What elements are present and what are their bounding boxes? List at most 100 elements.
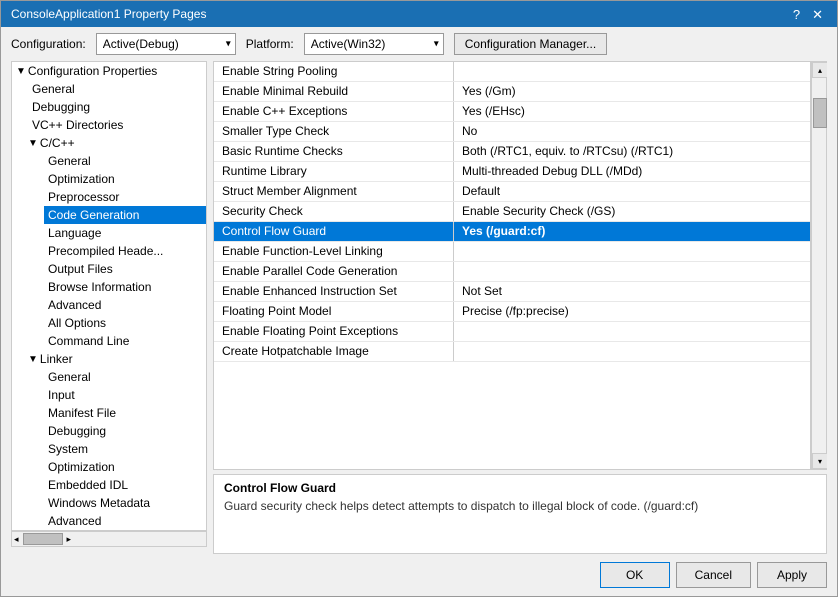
left-panel: ▼ Configuration Properties General Debug… bbox=[11, 61, 207, 531]
prop-value-cell bbox=[454, 262, 810, 281]
props-table: Enable String PoolingEnable Minimal Rebu… bbox=[213, 61, 811, 470]
sidebar-item-linker-windows-metadata[interactable]: Windows Metadata bbox=[44, 494, 206, 512]
prop-name-cell: Runtime Library bbox=[214, 162, 454, 181]
prop-value-cell bbox=[454, 322, 810, 341]
table-row[interactable]: Enable Floating Point Exceptions bbox=[214, 322, 810, 342]
linker-children: General Input Manifest File Debugging Sy… bbox=[28, 368, 206, 530]
cancel-button[interactable]: Cancel bbox=[676, 562, 751, 588]
sidebar-item-cpp-root[interactable]: ▼ C/C++ bbox=[28, 134, 206, 152]
help-button[interactable]: ? bbox=[789, 8, 804, 21]
prop-value-cell: Multi-threaded Debug DLL (/MDd) bbox=[454, 162, 810, 181]
table-row[interactable]: Struct Member AlignmentDefault bbox=[214, 182, 810, 202]
prop-value-cell bbox=[454, 242, 810, 261]
table-row[interactable]: Enable Parallel Code Generation bbox=[214, 262, 810, 282]
title-bar: ConsoleApplication1 Property Pages ? ✕ bbox=[1, 1, 837, 27]
sidebar-item-cpp-optimization[interactable]: Optimization bbox=[44, 170, 206, 188]
prop-value-cell: Yes (/guard:cf) bbox=[454, 222, 810, 241]
sidebar-item-cpp-advanced[interactable]: Advanced bbox=[44, 296, 206, 314]
left-panel-container: ▼ Configuration Properties General Debug… bbox=[11, 61, 207, 554]
prop-value-cell: Yes (/Gm) bbox=[454, 82, 810, 101]
sidebar-label-cpp: C/C++ bbox=[40, 136, 75, 150]
sidebar-item-cpp-command-line[interactable]: Command Line bbox=[44, 332, 206, 350]
cpp-children: General Optimization Preprocessor Code G… bbox=[28, 152, 206, 350]
right-vscroll[interactable]: ▴ ▾ bbox=[811, 61, 827, 470]
dialog-title: ConsoleApplication1 Property Pages bbox=[11, 7, 206, 21]
prop-name-cell: Control Flow Guard bbox=[214, 222, 454, 241]
config-label: Configuration: bbox=[11, 37, 86, 51]
table-row[interactable]: Enable String Pooling bbox=[214, 62, 810, 82]
prop-name-cell: Smaller Type Check bbox=[214, 122, 454, 141]
table-row[interactable]: Enable Enhanced Instruction SetNot Set bbox=[214, 282, 810, 302]
sidebar-item-cpp-preprocessor[interactable]: Preprocessor bbox=[44, 188, 206, 206]
table-row[interactable]: Control Flow GuardYes (/guard:cf) bbox=[214, 222, 810, 242]
table-row[interactable]: Create Hotpatchable Image bbox=[214, 342, 810, 362]
prop-name-cell: Enable String Pooling bbox=[214, 62, 454, 81]
table-row[interactable]: Enable Function-Level Linking bbox=[214, 242, 810, 262]
sidebar-item-linker-root[interactable]: ▼ Linker bbox=[28, 350, 206, 368]
hscroll-left-arrow[interactable]: ◂ bbox=[12, 534, 21, 545]
sidebar-label-linker: Linker bbox=[40, 352, 73, 366]
table-row[interactable]: Floating Point ModelPrecise (/fp:precise… bbox=[214, 302, 810, 322]
hscroll-right-arrow[interactable]: ▸ bbox=[65, 534, 74, 545]
sidebar-item-linker-debugging[interactable]: Debugging bbox=[44, 422, 206, 440]
ok-button[interactable]: OK bbox=[600, 562, 670, 588]
table-row[interactable]: Enable Minimal RebuildYes (/Gm) bbox=[214, 82, 810, 102]
expand-arrow-cpp: ▼ bbox=[28, 138, 38, 149]
info-text: Guard security check helps detect attemp… bbox=[224, 499, 816, 513]
info-panel: Control Flow Guard Guard security check … bbox=[213, 474, 827, 554]
bottom-buttons: OK Cancel Apply bbox=[1, 554, 837, 596]
sidebar-item-general-top[interactable]: General bbox=[28, 80, 206, 98]
left-hscroll[interactable]: ◂ ▸ bbox=[11, 531, 207, 547]
prop-name-cell: Struct Member Alignment bbox=[214, 182, 454, 201]
table-row[interactable]: Runtime LibraryMulti-threaded Debug DLL … bbox=[214, 162, 810, 182]
sidebar-item-cpp-general[interactable]: General bbox=[44, 152, 206, 170]
config-manager-button[interactable]: Configuration Manager... bbox=[454, 33, 607, 55]
prop-value-cell: Both (/RTC1, equiv. to /RTCsu) (/RTC1) bbox=[454, 142, 810, 161]
sidebar-item-cpp-code-generation[interactable]: Code Generation bbox=[44, 206, 206, 224]
sidebar-item-cpp-browse[interactable]: Browse Information bbox=[44, 278, 206, 296]
sidebar-item-linker-advanced[interactable]: Advanced bbox=[44, 512, 206, 530]
prop-name-cell: Enable Enhanced Instruction Set bbox=[214, 282, 454, 301]
prop-value-cell bbox=[454, 342, 810, 361]
close-button[interactable]: ✕ bbox=[808, 8, 827, 21]
platform-select[interactable]: Active(Win32) bbox=[304, 33, 444, 55]
expand-arrow-config: ▼ bbox=[16, 66, 26, 77]
vscroll-up-arrow[interactable]: ▴ bbox=[812, 62, 827, 78]
hscroll-thumb[interactable] bbox=[23, 533, 63, 545]
vscroll-thumb[interactable] bbox=[813, 98, 827, 128]
tree-root-config[interactable]: ▼ Configuration Properties bbox=[12, 62, 206, 80]
vscroll-down-arrow[interactable]: ▾ bbox=[812, 453, 827, 469]
prop-name-cell: Floating Point Model bbox=[214, 302, 454, 321]
tree-children-config: General Debugging VC++ Directories ▼ C/C… bbox=[12, 80, 206, 530]
prop-name-cell: Enable Minimal Rebuild bbox=[214, 82, 454, 101]
sidebar-item-cpp-precompiled[interactable]: Precompiled Heade... bbox=[44, 242, 206, 260]
table-row[interactable]: Smaller Type CheckNo bbox=[214, 122, 810, 142]
sidebar-item-linker-general[interactable]: General bbox=[44, 368, 206, 386]
vscroll-track bbox=[812, 78, 826, 453]
table-row[interactable]: Security CheckEnable Security Check (/GS… bbox=[214, 202, 810, 222]
sidebar-item-linker-optimization[interactable]: Optimization bbox=[44, 458, 206, 476]
main-content: ▼ Configuration Properties General Debug… bbox=[1, 61, 837, 554]
sidebar-item-debugging-top[interactable]: Debugging bbox=[28, 98, 206, 116]
sidebar-item-cpp-output[interactable]: Output Files bbox=[44, 260, 206, 278]
config-row: Configuration: Active(Debug) Platform: A… bbox=[1, 27, 837, 61]
prop-name-cell: Enable Parallel Code Generation bbox=[214, 262, 454, 281]
sidebar-item-vc-directories[interactable]: VC++ Directories bbox=[28, 116, 206, 134]
sidebar-item-cpp-language[interactable]: Language bbox=[44, 224, 206, 242]
right-panel: Enable String PoolingEnable Minimal Rebu… bbox=[213, 61, 827, 554]
config-select[interactable]: Active(Debug) bbox=[96, 33, 236, 55]
sidebar-item-linker-embedded-idl[interactable]: Embedded IDL bbox=[44, 476, 206, 494]
sidebar-item-cpp-all-options[interactable]: All Options bbox=[44, 314, 206, 332]
sidebar-item-linker-manifest[interactable]: Manifest File bbox=[44, 404, 206, 422]
title-bar-buttons: ? ✕ bbox=[789, 8, 827, 21]
prop-name-cell: Basic Runtime Checks bbox=[214, 142, 454, 161]
sidebar-item-linker-system[interactable]: System bbox=[44, 440, 206, 458]
expand-arrow-linker: ▼ bbox=[28, 354, 38, 365]
table-row[interactable]: Enable C++ ExceptionsYes (/EHsc) bbox=[214, 102, 810, 122]
apply-button[interactable]: Apply bbox=[757, 562, 827, 588]
sidebar-item-linker-input[interactable]: Input bbox=[44, 386, 206, 404]
prop-value-cell: Precise (/fp:precise) bbox=[454, 302, 810, 321]
prop-value-cell: Not Set bbox=[454, 282, 810, 301]
table-row[interactable]: Basic Runtime ChecksBoth (/RTC1, equiv. … bbox=[214, 142, 810, 162]
props-with-scroll: Enable String PoolingEnable Minimal Rebu… bbox=[213, 61, 827, 470]
